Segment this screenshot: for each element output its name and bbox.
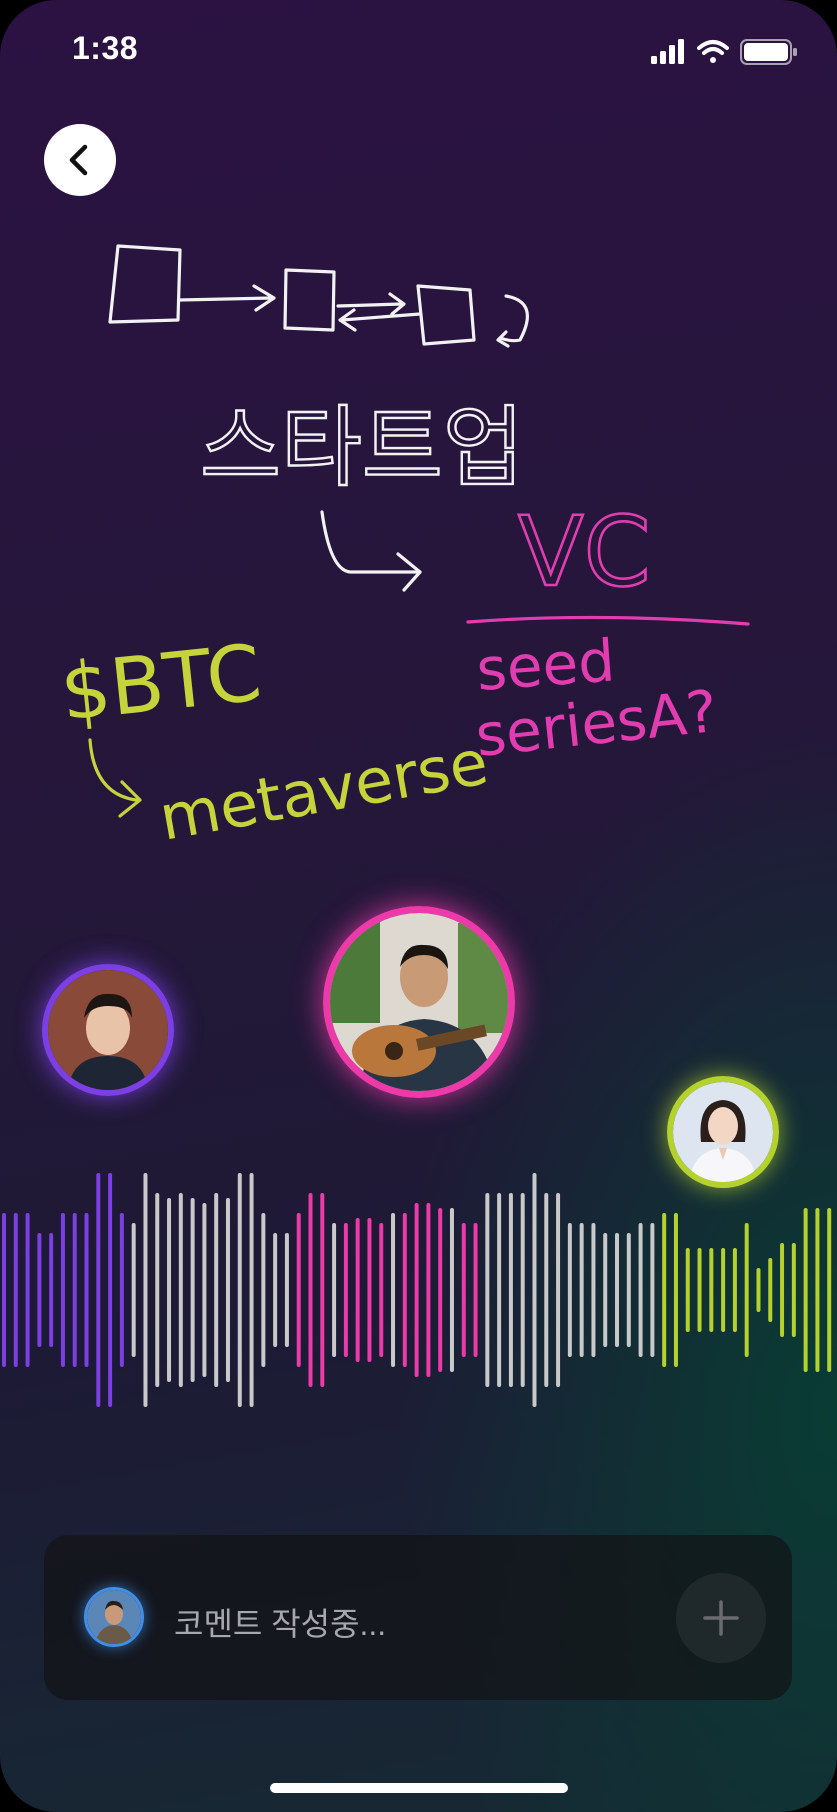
status-icons xyxy=(651,39,797,65)
korean-note: 스타트업 xyxy=(200,396,524,499)
chevron-left-icon xyxy=(69,144,88,176)
flow-diagram xyxy=(108,244,529,348)
battery-icon xyxy=(740,39,797,65)
status-time: 1:38 xyxy=(72,30,139,66)
plus-icon xyxy=(703,1600,739,1636)
person-photo xyxy=(330,913,508,1091)
metaverse-note: metaverse xyxy=(154,725,493,854)
person-photo xyxy=(87,1590,141,1644)
my-avatar xyxy=(84,1587,144,1647)
signal-icon xyxy=(651,39,684,64)
vc-note: VC xyxy=(518,496,651,608)
home-indicator xyxy=(270,1783,568,1793)
status-bar: 1:38 xyxy=(0,0,837,100)
speaker-avatar-1[interactable] xyxy=(42,964,174,1096)
back-button[interactable] xyxy=(44,124,116,196)
btc-note: $BTC xyxy=(57,628,266,738)
vc-underline xyxy=(466,615,750,626)
person-photo xyxy=(48,970,168,1090)
audio-waveform xyxy=(2,1173,832,1407)
arrow-to-vc xyxy=(320,510,422,592)
wifi-icon xyxy=(697,40,729,63)
comment-input-bar[interactable]: 코멘트 작성중... xyxy=(44,1535,792,1700)
comment-placeholder[interactable]: 코멘트 작성중... xyxy=(174,1599,386,1645)
speaker-avatar-2[interactable] xyxy=(323,906,515,1098)
add-button[interactable] xyxy=(676,1573,766,1663)
arrow-to-metaverse xyxy=(88,738,142,818)
whiteboard-drawing: 스타트업 VC seed seriesA? $BTC metaverse xyxy=(57,244,750,855)
audio-room-screen: 1:38 스타트업 VC seed seriesA? $BTC metavers… xyxy=(0,0,837,1812)
